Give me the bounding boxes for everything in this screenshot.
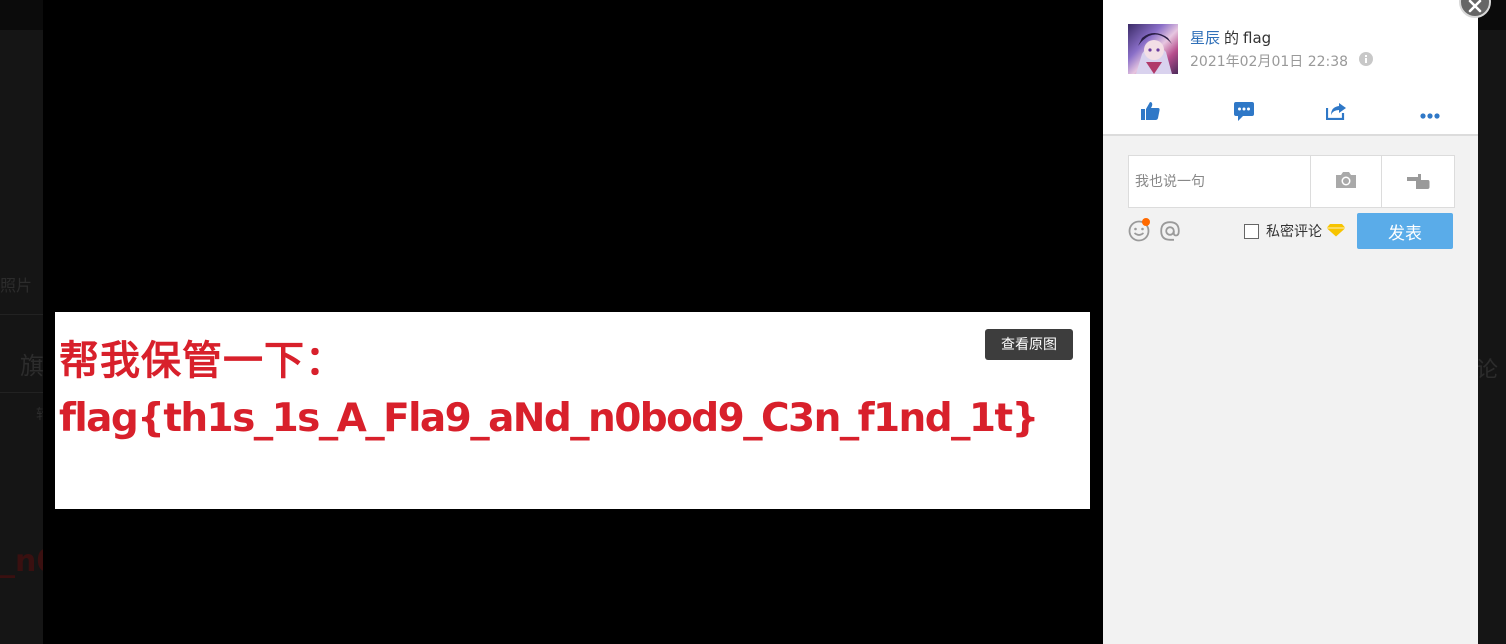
diamond-icon (1326, 222, 1346, 241)
comment-icon (1234, 101, 1254, 125)
share-button[interactable] (1316, 96, 1356, 130)
notification-dot (1142, 218, 1150, 226)
photo-viewer: 帮我保管一下： flag{th1s_1s_A_Fla9_aNd_n0bod9_C… (43, 0, 1103, 644)
more-button[interactable] (1410, 96, 1450, 130)
background-divider (0, 392, 43, 393)
post-header: 星辰的 flag 2021年02月01日 22:38 (1103, 0, 1478, 136)
author-separator: 的 (1224, 29, 1240, 47)
background-photos-tab: 照片 (0, 276, 33, 295)
private-comment-label: 私密评论 (1266, 224, 1322, 240)
background-divider (0, 314, 43, 315)
author-name-link[interactable]: 星辰 (1190, 29, 1220, 47)
post-actions (1103, 96, 1478, 130)
comment-button[interactable] (1224, 96, 1264, 130)
share-icon (1325, 102, 1347, 124)
camera-icon (1335, 171, 1357, 193)
timestamp-text: 2021年02月01日 22:38 (1190, 54, 1349, 70)
post-timestamp: 2021年02月01日 22:38 (1190, 51, 1373, 71)
like-icon (1140, 102, 1160, 124)
background-comment-fragment: 论 (1476, 358, 1499, 383)
at-sign-icon (1159, 221, 1181, 246)
avatar[interactable] (1128, 24, 1178, 74)
comment-box (1128, 155, 1455, 208)
photo-upload-button[interactable] (1311, 156, 1381, 207)
emoji-button[interactable] (1128, 218, 1150, 242)
post-title: flag (1243, 29, 1272, 47)
smiley-icon (1128, 220, 1150, 246)
publish-button[interactable]: 发表 (1357, 213, 1453, 249)
photo-text-flag: flag{th1s_1s_A_Fla9_aNd_n0bod9_C3n_f1nd_… (59, 396, 1039, 441)
pointing-hand-icon (1406, 171, 1430, 193)
photo-image: 帮我保管一下： flag{th1s_1s_A_Fla9_aNd_n0bod9_C… (55, 312, 1090, 509)
private-comment-checkbox[interactable] (1244, 223, 1259, 239)
comment-input[interactable] (1129, 156, 1309, 207)
private-comment-option: 私密评论 (1244, 222, 1346, 240)
post-side-panel: 星辰的 flag 2021年02月01日 22:38 我也说一句 私密评论 发表 (1103, 0, 1478, 644)
info-icon[interactable] (1358, 51, 1373, 70)
author-line: 星辰的 flag (1190, 27, 1271, 48)
background-heading-fragment: 旗 (20, 352, 44, 380)
poke-button[interactable] (1382, 156, 1454, 207)
view-original-button[interactable]: 查看原图 (985, 329, 1073, 360)
more-icon (1420, 104, 1440, 123)
close-icon (1468, 0, 1482, 17)
comment-tools: 私密评论 发表 (1128, 213, 1453, 249)
photo-text-heading: 帮我保管一下： (59, 338, 346, 384)
mention-button[interactable] (1159, 220, 1181, 242)
like-button[interactable] (1130, 96, 1170, 130)
